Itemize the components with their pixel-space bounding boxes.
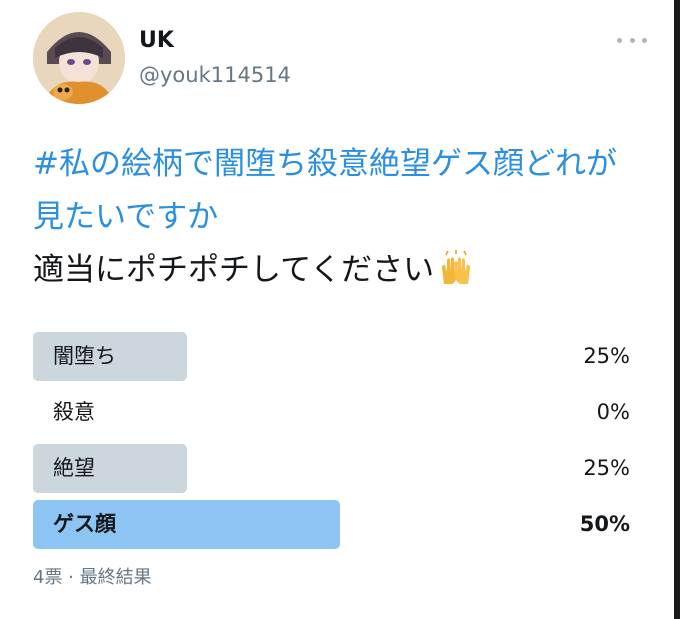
poll-option-label: ゲス顔 (53, 512, 116, 536)
window-edge (674, 0, 680, 619)
poll-option: 絶望 25% (33, 444, 630, 493)
tweet-body: 適当にポチポチしてください (33, 252, 435, 288)
poll-option-percent: 25% (583, 344, 630, 368)
poll-option: 闇堕ち 25% (33, 332, 630, 381)
poll-option-label: 殺意 (53, 400, 95, 424)
display-name[interactable]: UK (139, 28, 174, 53)
poll-option: 殺意 0% (33, 388, 630, 437)
poll-option-label: 闇堕ち (53, 344, 116, 368)
user-handle[interactable]: @youk114514 (139, 63, 291, 87)
more-options-icon[interactable] (617, 30, 647, 50)
hashtag-link[interactable]: #私の絵柄で闇堕ち殺意絶望ゲス顔どれが見たいですか (33, 138, 633, 244)
avatar[interactable] (33, 12, 125, 104)
poll-meta: 4票 · 最終結果 (33, 567, 152, 588)
poll-option-label: 絶望 (53, 456, 95, 480)
tweet-text: #私の絵柄で闇堕ち殺意絶望ゲス顔どれが見たいですか 適当にポチポチしてください (33, 138, 633, 303)
tweet-body-line: 適当にポチポチしてください (33, 244, 633, 303)
poll-option-percent: 0% (596, 400, 630, 424)
poll-option-percent: 25% (583, 456, 630, 480)
raising-hands-icon (438, 250, 474, 303)
poll-option-percent: 50% (579, 512, 630, 536)
poll-option: ゲス顔 50% (33, 500, 630, 549)
poll: 闇堕ち 25% 殺意 0% 絶望 25% ゲス顔 50% (33, 332, 630, 556)
